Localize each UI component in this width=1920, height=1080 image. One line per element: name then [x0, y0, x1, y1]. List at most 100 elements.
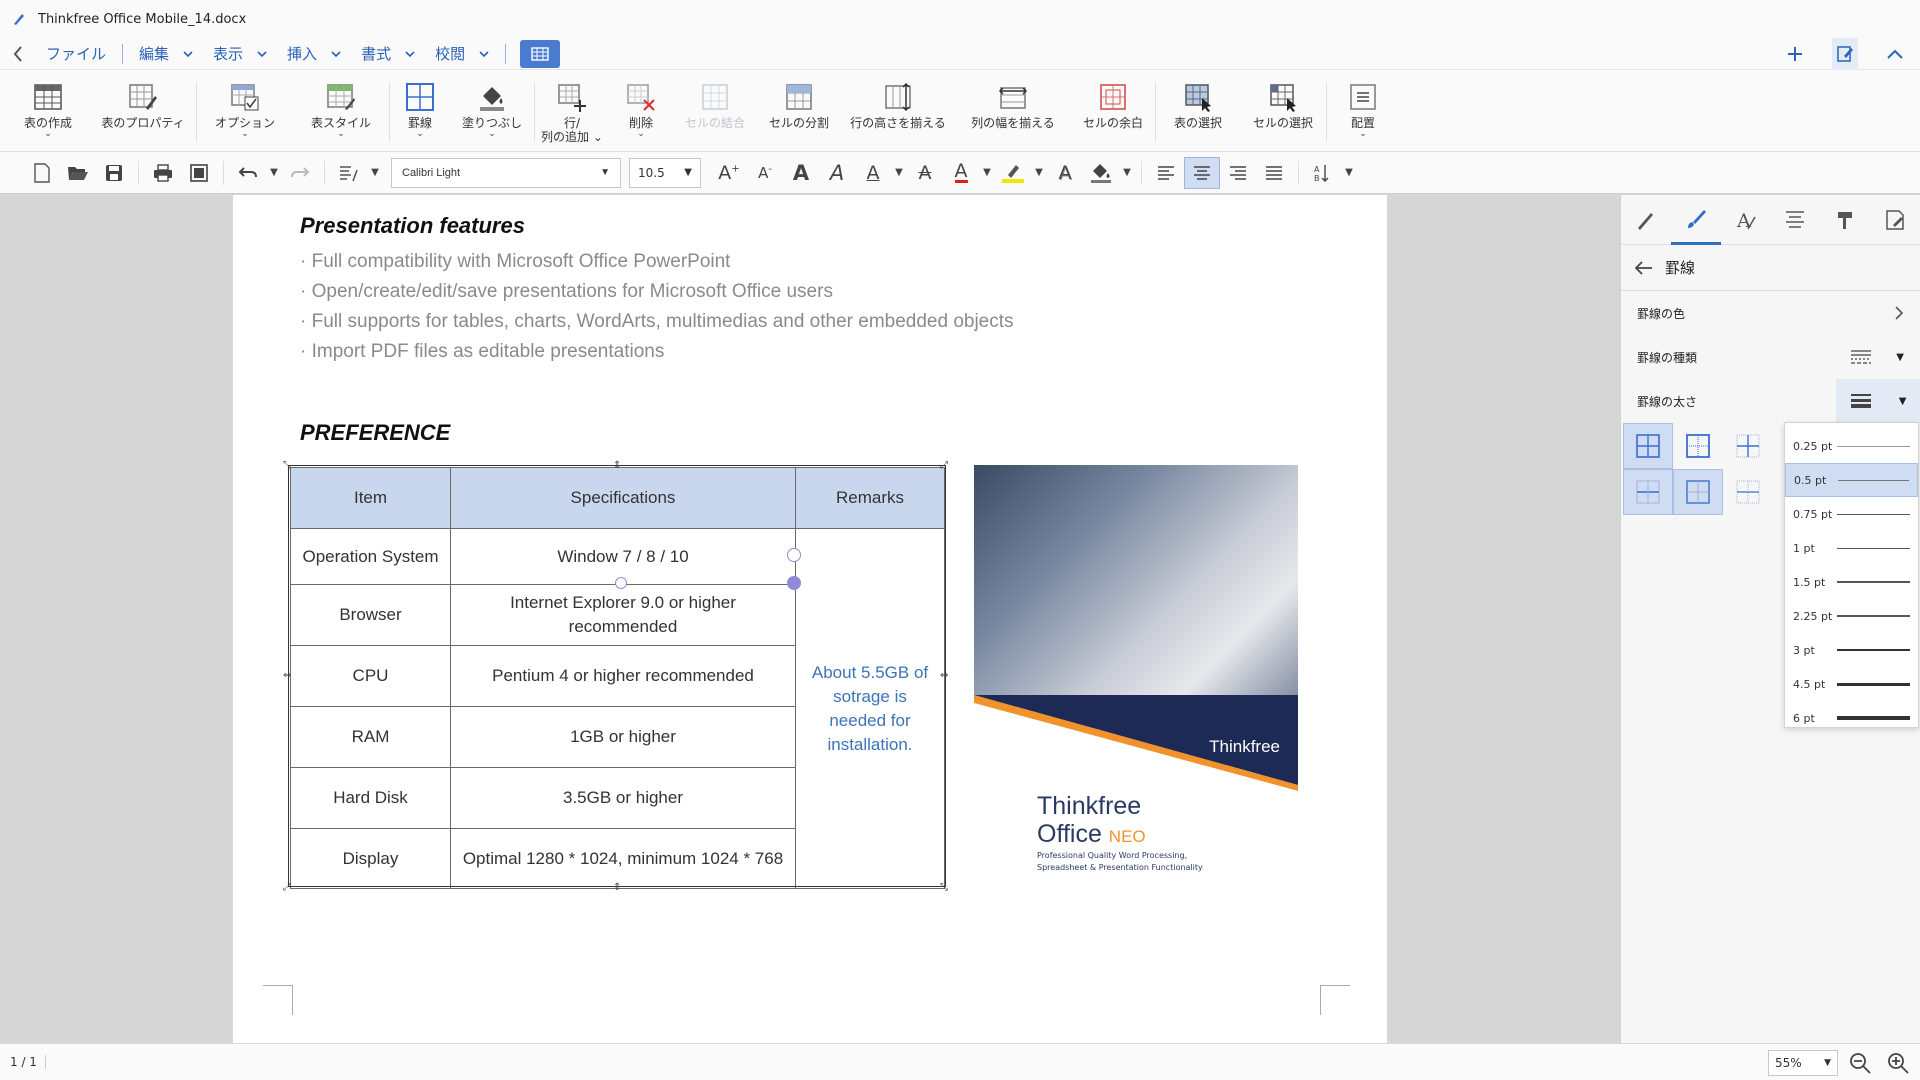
menu-view[interactable]: 表示	[203, 43, 277, 64]
table-cell[interactable]: RAM	[290, 706, 451, 768]
top-bottom-borders-button[interactable]	[1623, 469, 1673, 515]
page-layout-button[interactable]	[181, 157, 217, 189]
border-color-row[interactable]: 罫線の色	[1621, 291, 1920, 335]
width-option[interactable]: 4.5 pt	[1785, 667, 1918, 701]
strikethrough-button[interactable]: A	[907, 157, 943, 189]
italic-button[interactable]: A	[819, 157, 855, 189]
font-color-dropdown[interactable]: ▼	[979, 157, 995, 189]
table-cell[interactable]: 1GB or higher	[450, 706, 796, 768]
shading-color-button[interactable]	[1083, 157, 1119, 189]
text-direction-dropdown[interactable]: ▼	[1341, 157, 1357, 189]
table-cell[interactable]: CPU	[290, 645, 451, 707]
add-button[interactable]	[1770, 38, 1820, 70]
save-button[interactable]	[96, 157, 132, 189]
print-button[interactable]	[145, 157, 181, 189]
table-cell[interactable]: 3.5GB or higher	[450, 767, 796, 829]
table-cell[interactable]: Operation System	[290, 528, 451, 585]
table-style-button[interactable]: 表スタイル ⌄	[293, 70, 389, 152]
border-width-select[interactable]: ▼	[1836, 379, 1920, 423]
cell-margin-button[interactable]: セルの余白	[1071, 70, 1155, 152]
all-borders-button[interactable]	[1623, 423, 1673, 469]
zoom-in-icon[interactable]	[1886, 1051, 1910, 1075]
text-effect-button[interactable]: A	[1047, 157, 1083, 189]
equal-row-height-button[interactable]: 行の高さを揃える	[841, 70, 955, 152]
select-cell-button[interactable]: セルの選択	[1240, 70, 1326, 152]
width-option[interactable]: 2.25 pt	[1785, 599, 1918, 633]
collapse-ribbon-button[interactable]	[1870, 38, 1920, 70]
paragraph-style-button[interactable]	[331, 157, 367, 189]
grow-font-button[interactable]: A+	[711, 157, 747, 189]
menu-edit[interactable]: 編集	[129, 43, 203, 64]
paragraph-style-dropdown[interactable]: ▼	[367, 157, 383, 189]
tab-page[interactable]	[1870, 195, 1920, 245]
split-cells-button[interactable]: セルの分割	[757, 70, 841, 152]
table-cell[interactable]: Browser	[290, 584, 451, 646]
resize-handle-icon[interactable]: ⤡	[283, 461, 291, 471]
tab-paragraph[interactable]	[1770, 195, 1820, 245]
underline-dropdown[interactable]: ▼	[891, 157, 907, 189]
width-option[interactable]: 1 pt	[1785, 531, 1918, 565]
resize-handle-icon[interactable]: ⤢	[940, 461, 948, 471]
menu-insert[interactable]: 挿入	[277, 43, 351, 64]
edit-mode-button[interactable]	[1832, 38, 1858, 70]
tab-pen[interactable]	[1621, 195, 1671, 245]
border-style-row[interactable]: 罫線の種類 ▼	[1621, 335, 1920, 379]
undo-dropdown[interactable]: ▼	[266, 157, 282, 189]
tab-brush[interactable]	[1670, 195, 1721, 245]
tab-style[interactable]	[1820, 195, 1870, 245]
bold-button[interactable]: A	[783, 157, 819, 189]
column-resize-handle[interactable]	[787, 548, 801, 562]
merge-cells-button[interactable]: セルの結合	[673, 70, 757, 152]
resize-handle-icon[interactable]: ⤡	[940, 883, 948, 893]
width-option-selected[interactable]: 0.5 pt	[1785, 463, 1918, 497]
font-family-select[interactable]: Calibri Light ▼	[391, 157, 621, 188]
remarks-cell[interactable]: About 5.5GB of sotrage is needed for ins…	[795, 528, 945, 889]
cell-anchor-handle[interactable]	[787, 576, 801, 590]
row-resize-handle[interactable]	[615, 577, 627, 589]
table-cell[interactable]: Hard Disk	[290, 767, 451, 829]
borders-button[interactable]: 罫線 ⌄	[390, 70, 450, 152]
grid-borders-button[interactable]	[1673, 469, 1723, 515]
table-cell[interactable]: Internet Explorer 9.0 or higher recommen…	[450, 584, 796, 646]
resize-handle-icon[interactable]: ⤢	[283, 883, 291, 893]
align-right-button[interactable]	[1220, 157, 1256, 189]
underline-button[interactable]: A	[855, 157, 891, 189]
table-cell[interactable]: Pentium 4 or higher recommended	[450, 645, 796, 707]
highlight-dropdown[interactable]: ▼	[1031, 157, 1047, 189]
font-color-button[interactable]: A	[943, 157, 979, 189]
zoom-out-icon[interactable]	[1848, 1051, 1872, 1075]
header-cell[interactable]: Remarks	[795, 467, 945, 529]
align-left-button[interactable]	[1148, 157, 1184, 189]
tab-text[interactable]: A	[1721, 195, 1771, 245]
align-button[interactable]: 配置 ⌄	[1327, 70, 1399, 152]
document-page[interactable]: Presentation features · Full compatibili…	[233, 195, 1387, 1043]
create-table-button[interactable]: 表の作成 ⌄	[6, 70, 90, 152]
preference-table[interactable]: Item Specifications Remarks Operation Sy…	[290, 467, 945, 889]
width-option[interactable]: 0.25 pt	[1785, 429, 1918, 463]
product-cover-image[interactable]: Thinkfree Thinkfree Office NEO Professio…	[974, 465, 1298, 885]
undo-button[interactable]	[230, 157, 266, 189]
select-table-button[interactable]: 表の選択	[1156, 70, 1240, 152]
redo-button[interactable]	[282, 157, 318, 189]
table-cell[interactable]: Window 7 / 8 / 10	[450, 528, 796, 585]
table-properties-button[interactable]: 表のプロパティ	[90, 70, 196, 152]
zoom-select[interactable]: 55% ▼	[1768, 1050, 1838, 1076]
highlight-button[interactable]	[995, 157, 1031, 189]
border-width-row[interactable]: 罫線の太さ ▼	[1621, 379, 1920, 423]
table-mode-button[interactable]	[520, 39, 561, 68]
shading-color-dropdown[interactable]: ▼	[1119, 157, 1135, 189]
text-direction-button[interactable]: AB	[1305, 157, 1341, 189]
equal-column-width-button[interactable]: 列の幅を揃える	[955, 70, 1071, 152]
justify-button[interactable]	[1256, 157, 1292, 189]
table-cell[interactable]: Optimal 1280 * 1024, minimum 1024 * 768	[450, 828, 796, 889]
align-center-button[interactable]	[1184, 156, 1220, 189]
back-arrow-icon[interactable]	[1635, 260, 1653, 275]
width-option[interactable]: 1.5 pt	[1785, 565, 1918, 599]
outside-borders-button[interactable]	[1673, 423, 1723, 469]
menu-review[interactable]: 校閲	[425, 43, 499, 64]
resize-handle-icon[interactable]: ⇕	[613, 461, 621, 471]
menu-format[interactable]: 書式	[351, 43, 425, 64]
header-cell[interactable]: Item	[290, 467, 451, 529]
open-button[interactable]	[60, 157, 96, 189]
width-option[interactable]: 6 pt	[1785, 701, 1918, 735]
